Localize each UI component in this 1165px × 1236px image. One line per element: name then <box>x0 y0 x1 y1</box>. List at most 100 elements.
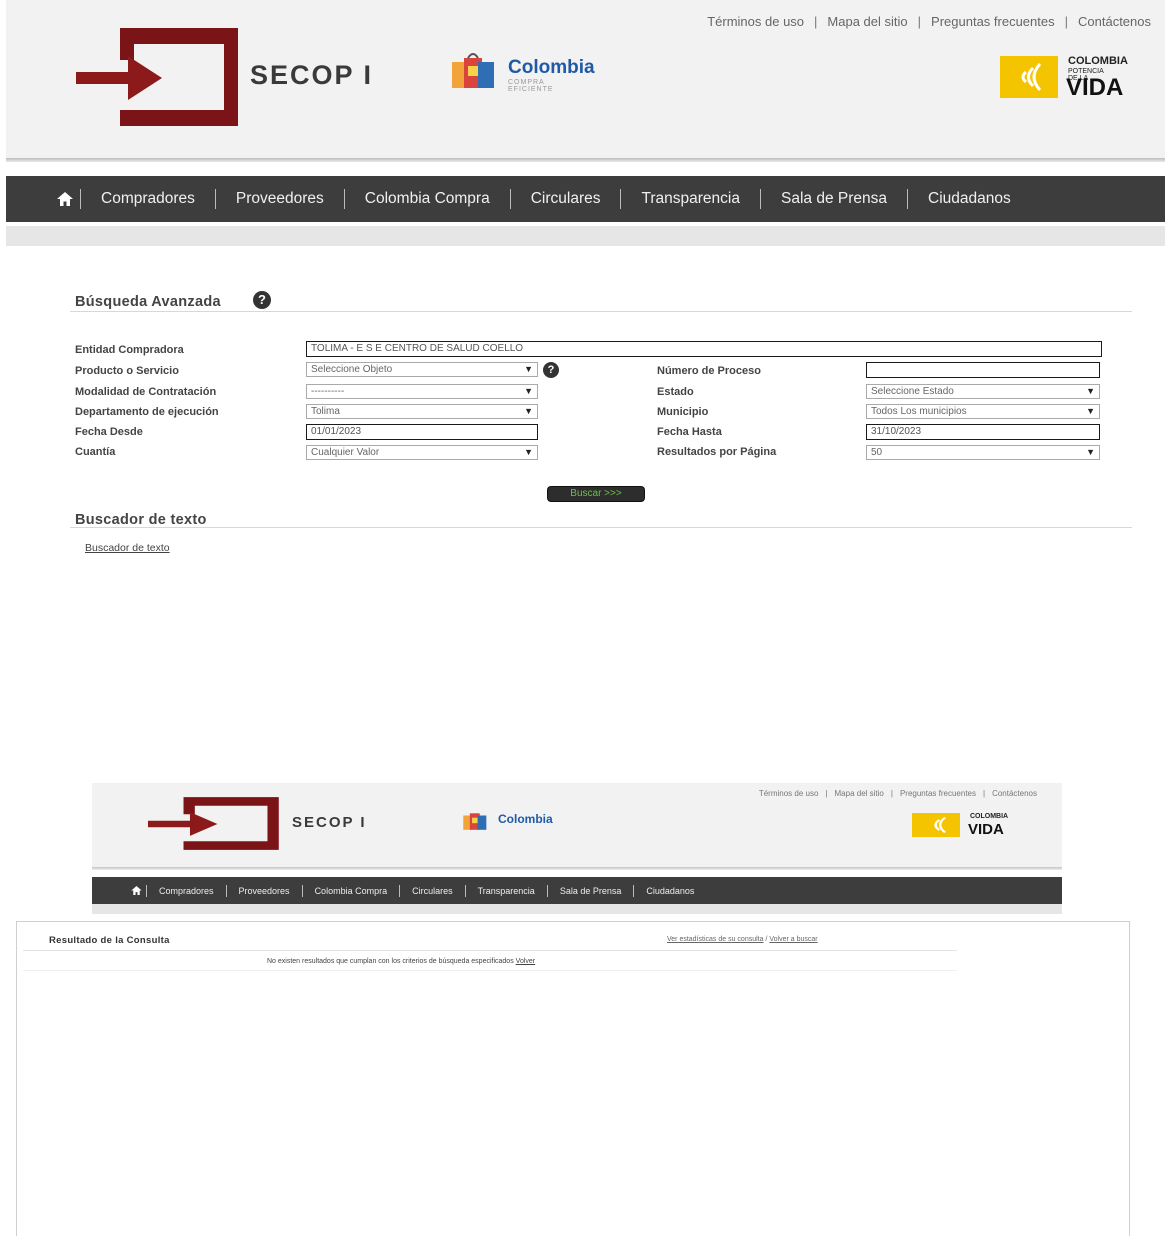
results-divider <box>23 970 957 971</box>
sitemap-link[interactable]: Mapa del sitio <box>835 789 884 798</box>
nav-ciudadanos[interactable]: Ciudadanos <box>907 189 1031 209</box>
entidad-label: Entidad Compradora <box>75 344 184 356</box>
secop-arrow-logo-icon[interactable] <box>76 26 242 130</box>
nav-ciudadanos[interactable]: Ciudadanos <box>633 884 706 897</box>
volver-link[interactable]: Volver <box>516 958 535 965</box>
colombia-compra-sub: COMPRA EFICIENTE <box>508 79 554 93</box>
producto-help-icon[interactable]: ? <box>543 362 559 378</box>
nav-compradores[interactable]: Compradores <box>146 884 226 897</box>
section-divider <box>70 527 1132 528</box>
vida-line1: COLOMBIA <box>1068 55 1128 67</box>
nav-circulares[interactable]: Circulares <box>399 884 465 897</box>
site-name: SECOP I <box>292 814 367 831</box>
help-icon[interactable]: ? <box>253 291 271 309</box>
fecha-desde-label: Fecha Desde <box>75 426 143 438</box>
results-links: Ver estadísticas de su consulta / Volver… <box>667 936 818 943</box>
secop-arrow-logo-icon[interactable] <box>148 796 282 852</box>
producto-value: Seleccione Objeto <box>311 364 393 375</box>
no-results-text: No existen resultados que cumplan con lo… <box>267 958 514 965</box>
shopping-bags-icon <box>463 813 487 830</box>
contact-link[interactable]: Contáctenos <box>992 789 1037 798</box>
vida-sound-waves-icon <box>1000 56 1058 98</box>
producto-select[interactable]: Seleccione Objeto ▼ <box>306 362 538 377</box>
cuantia-label: Cuantía <box>75 446 116 458</box>
cuantia-value: Cualquier Valor <box>311 447 380 458</box>
nav-subbar <box>92 904 1062 914</box>
home-icon <box>130 886 142 895</box>
contact-link[interactable]: Contáctenos <box>1078 14 1151 29</box>
terms-link[interactable]: Términos de uso <box>759 789 819 798</box>
stats-link[interactable]: Ver estadísticas de su consulta <box>667 936 764 943</box>
text-search-link[interactable]: Buscador de texto <box>85 542 170 554</box>
nav-transparencia[interactable]: Transparencia <box>464 884 547 897</box>
chevron-down-icon: ▼ <box>524 447 533 457</box>
colombia-compra-word: Colombia <box>498 812 553 826</box>
resultados-select[interactable]: 50 ▼ <box>866 445 1100 460</box>
modalidad-value: ---------- <box>311 386 345 397</box>
vida-sound-waves-icon <box>912 813 960 837</box>
nav-sala-de-prensa[interactable]: Sala de Prensa <box>546 884 634 897</box>
no-results-message: No existen resultados que cumplan con lo… <box>267 958 535 965</box>
chevron-down-icon: ▼ <box>1086 406 1095 416</box>
sitemap-link[interactable]: Mapa del sitio <box>827 14 907 29</box>
section-divider <box>70 311 1132 312</box>
header-divider <box>92 867 1062 870</box>
advanced-search-title: Búsqueda Avanzada <box>75 294 221 310</box>
nav-compradores[interactable]: Compradores <box>80 189 215 209</box>
faq-link[interactable]: Preguntas frecuentes <box>931 14 1055 29</box>
chevron-down-icon: ▼ <box>524 364 533 374</box>
nav-circulares[interactable]: Circulares <box>509 189 621 209</box>
terms-link[interactable]: Términos de uso <box>707 14 804 29</box>
fecha-hasta-input[interactable]: 31/10/2023 <box>866 424 1100 440</box>
shopping-bags-icon <box>452 53 494 88</box>
main-nav: Compradores Proveedores Colombia Compra … <box>6 176 1165 222</box>
chevron-down-icon: ▼ <box>1086 386 1095 396</box>
search-button[interactable]: Buscar >>> <box>548 487 644 501</box>
nav-transparencia[interactable]: Transparencia <box>620 189 760 209</box>
text-search-title: Buscador de texto <box>75 512 207 528</box>
vida-big: VIDA <box>968 821 1004 838</box>
cuantia-select[interactable]: Cualquier Valor ▼ <box>306 445 538 460</box>
site-header: Términos de uso | Mapa del sitio | Preguntas… <box>6 0 1165 158</box>
chevron-down-icon: ▼ <box>1086 447 1095 457</box>
nav-sala-de-prensa[interactable]: Sala de Prensa <box>760 189 907 209</box>
estado-value: Seleccione Estado <box>871 386 954 397</box>
nav-colombia-compra[interactable]: Colombia Compra <box>301 884 400 897</box>
producto-label: Producto o Servicio <box>75 365 179 377</box>
back-to-search-link[interactable]: Volver a buscar <box>769 936 817 943</box>
colombia-compra-word: Colombia <box>508 57 595 78</box>
nav-home[interactable] <box>126 886 146 895</box>
home-icon <box>57 192 73 206</box>
numero-label: Número de Proceso <box>657 365 761 377</box>
site-name: SECOP I <box>250 60 374 90</box>
results-panel: Resultado de la Consulta Ver estadística… <box>16 921 1130 1236</box>
nav-proveedores[interactable]: Proveedores <box>214 189 344 209</box>
nav-home[interactable] <box>50 192 80 206</box>
nav-colombia-compra[interactable]: Colombia Compra <box>343 189 510 209</box>
municipio-value: Todos Los municipios <box>871 406 967 417</box>
municipio-select[interactable]: Todos Los municipios ▼ <box>866 404 1100 419</box>
top-links: Términos de uso | Mapa del sitio | Preguntas… <box>707 14 1151 29</box>
nav-proveedores[interactable]: Proveedores <box>225 884 302 897</box>
results-screen: SECOP I Colombia COLOMBIA VIDA Términos … <box>0 783 1165 1236</box>
faq-link[interactable]: Preguntas frecuentes <box>900 789 976 798</box>
top-links-small: Términos de uso | Mapa del sitio | Preguntas… <box>758 789 1037 798</box>
chevron-down-icon: ▼ <box>524 406 533 416</box>
estado-select[interactable]: Seleccione Estado ▼ <box>866 384 1100 399</box>
fecha-desde-input[interactable]: 01/01/2023 <box>306 424 538 440</box>
fecha-hasta-label: Fecha Hasta <box>657 426 722 438</box>
departamento-label: Departamento de ejecución <box>75 406 219 418</box>
numero-input[interactable] <box>866 362 1100 378</box>
departamento-value: Tolima <box>311 406 340 417</box>
nav-subbar <box>6 226 1165 246</box>
modalidad-select[interactable]: ---------- ▼ <box>306 384 538 399</box>
entidad-input[interactable]: TOLIMA - E S E CENTRO DE SALUD COELLO <box>306 341 1102 357</box>
resultados-value: 50 <box>871 447 883 458</box>
municipio-label: Municipio <box>657 406 709 418</box>
departamento-select[interactable]: Tolima ▼ <box>306 404 538 419</box>
main-nav-small: Compradores Proveedores Colombia Compra … <box>92 877 1062 904</box>
search-screen: Términos de uso | Mapa del sitio | Preguntas… <box>6 0 1165 783</box>
resultados-label: Resultados por Página <box>657 446 777 458</box>
results-title: Resultado de la Consulta <box>49 935 170 946</box>
results-divider <box>23 950 957 951</box>
